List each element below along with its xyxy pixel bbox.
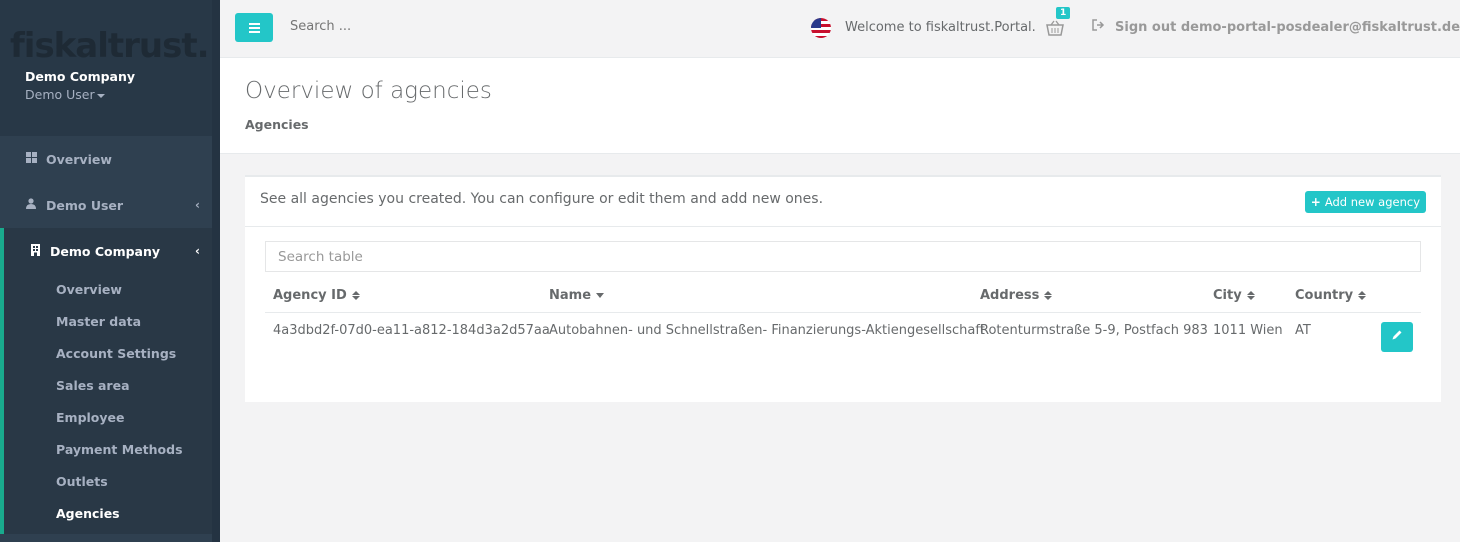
subnav-item-master-data[interactable]: Master data: [4, 306, 212, 338]
sort-icon: [351, 291, 360, 300]
sidebar: fiskaltrust. Demo Company Demo User Over…: [0, 0, 220, 542]
column-header-agency-id[interactable]: Agency ID: [273, 288, 360, 303]
sidebar-item-label: Overview: [46, 151, 112, 167]
table-search-input[interactable]: [265, 241, 1421, 272]
welcome-text: Welcome to fiskaltrust.Portal.: [845, 20, 1036, 35]
cell-city: 1011 Wien: [1213, 323, 1283, 338]
th-large-icon: [24, 152, 38, 166]
sort-icon: [1358, 291, 1367, 300]
sort-desc-icon: [596, 293, 605, 298]
subnav-item-payment-methods[interactable]: Payment Methods: [4, 434, 212, 466]
panel-description: See all agencies you created. You can co…: [260, 191, 824, 207]
column-label: City: [1213, 288, 1242, 303]
add-agency-label: Add new agency: [1324, 195, 1420, 209]
chevron-left-icon: ‹: [195, 244, 200, 258]
cell-address: Rotenturmstraße 5-9, Postfach 983: [980, 323, 1208, 338]
sign-out-icon: [1092, 19, 1105, 35]
sort-icon: [1246, 291, 1255, 300]
sidebar-nav: Overview Demo User ‹ Demo Company ‹ Over…: [0, 136, 220, 534]
subnav-item-employee[interactable]: Employee: [4, 402, 212, 434]
column-label: Name: [549, 288, 592, 303]
company-name: Demo Company: [25, 69, 136, 84]
hamburger-icon-bar: [248, 30, 260, 33]
table-header: Agency ID Name Address City Country: [265, 279, 1421, 313]
cell-name: Autobahnen- und Schnellstraßen- Finanzie…: [549, 323, 985, 338]
company-subnav: Overview Master data Account Settings Sa…: [0, 274, 212, 534]
us-flag-icon[interactable]: [811, 18, 831, 38]
menu-toggle-button[interactable]: [235, 13, 273, 42]
user-icon: [24, 198, 38, 212]
signout-link[interactable]: Sign out demo-portal-posdealer@fiskaltru…: [1092, 19, 1460, 35]
sidebar-item-overview[interactable]: Overview: [0, 136, 212, 182]
breadcrumb: Agencies: [245, 117, 309, 132]
signout-label: Sign out demo-portal-posdealer@fiskaltru…: [1115, 19, 1460, 35]
top-navbar: Welcome to fiskaltrust.Portal. 1 Sign ou…: [220, 0, 1460, 58]
sidebar-item-label: Demo User: [46, 197, 124, 213]
column-header-city[interactable]: City: [1213, 288, 1255, 303]
sort-icon: [1044, 291, 1053, 300]
subnav-item-sales-area[interactable]: Sales area: [4, 370, 212, 402]
hamburger-icon-bar: [248, 26, 260, 29]
agencies-panel: See all agencies you created. You can co…: [245, 175, 1441, 402]
sidebar-item-demo-user[interactable]: Demo User ‹: [0, 182, 212, 228]
global-search-input[interactable]: [290, 19, 590, 34]
caret-down-icon: [96, 93, 105, 98]
subnav-item-agencies[interactable]: Agencies: [4, 498, 212, 530]
basket-count-badge: 1: [1056, 7, 1071, 19]
column-label: Country: [1295, 288, 1354, 303]
plus-icon: +: [1310, 195, 1321, 209]
table-row: 4a3dbd2f-07d0-ea11-a812-184d3a2d57aa Aut…: [265, 313, 1421, 359]
chevron-left-icon: ‹: [195, 198, 200, 212]
basket-icon[interactable]: [1046, 20, 1064, 36]
edit-agency-button[interactable]: [1381, 322, 1413, 352]
cell-country: AT: [1295, 323, 1311, 338]
sidebar-item-demo-company[interactable]: Demo Company ‹: [0, 228, 212, 274]
subnav-item-overview[interactable]: Overview: [4, 274, 212, 306]
building-icon: [28, 243, 42, 259]
user-dropdown[interactable]: Demo User: [25, 87, 105, 102]
page-heading: Overview of agencies Agencies: [220, 58, 1460, 154]
profile-header: fiskaltrust. Demo Company Demo User: [0, 0, 220, 136]
agencies-table: Agency ID Name Address City Country 4a3d…: [265, 279, 1421, 359]
subnav-item-outlets[interactable]: Outlets: [4, 466, 212, 498]
panel-header: See all agencies you created. You can co…: [245, 177, 1441, 227]
column-label: Address: [980, 288, 1040, 303]
cell-agency-id: 4a3dbd2f-07d0-ea11-a812-184d3a2d57aa: [273, 323, 550, 338]
subnav-item-account-settings[interactable]: Account Settings: [4, 338, 212, 370]
page-title: Overview of agencies: [245, 78, 492, 104]
column-header-address[interactable]: Address: [980, 288, 1053, 303]
column-label: Agency ID: [273, 288, 347, 303]
column-header-country[interactable]: Country: [1295, 288, 1367, 303]
sidebar-item-label: Demo Company: [50, 243, 161, 259]
fiskaltrust-logo: fiskaltrust.: [10, 26, 210, 66]
column-header-name[interactable]: Name: [549, 288, 605, 303]
user-name-label: Demo User: [25, 87, 95, 102]
pencil-icon: [1391, 329, 1403, 345]
add-agency-button[interactable]: + Add new agency: [1304, 191, 1426, 213]
hamburger-icon: [248, 22, 260, 25]
